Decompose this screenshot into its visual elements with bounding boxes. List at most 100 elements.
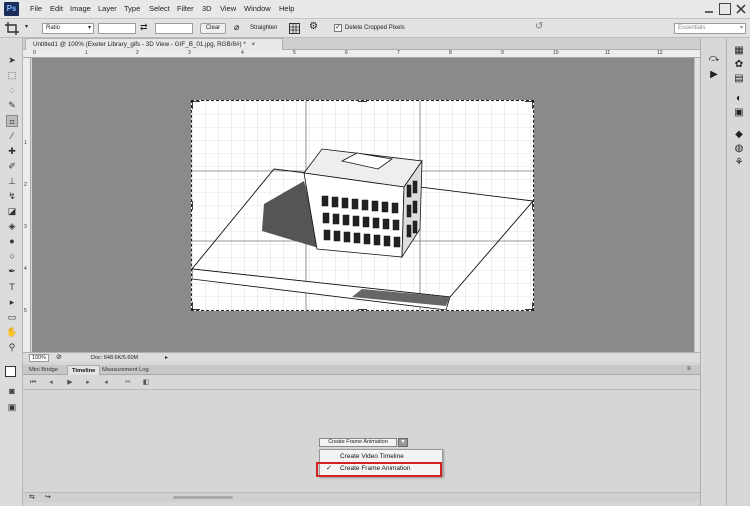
minimize-icon[interactable] [703,3,715,15]
zoom-level-field[interactable]: 100% [29,354,49,362]
convert-icon[interactable]: ↪ [45,493,51,501]
swatches-icon[interactable]: ✿ [732,58,746,72]
clear-button[interactable]: Clear [200,23,226,34]
loop-icon[interactable]: ⇆ [29,493,35,501]
timeline-panel-area: Mini Bridge Timeline Measurement Log ≡ ⏮… [23,362,700,506]
zoom-tool-icon[interactable]: ⚲ [6,341,18,353]
layers-icon[interactable]: ◆ [732,128,746,142]
height-input[interactable] [155,23,193,34]
panel-menu-icon[interactable]: ≡ [687,366,691,372]
info-icon[interactable]: ⊘ [56,353,62,361]
path-select-icon[interactable]: ▸ [6,296,18,308]
eraser-icon[interactable]: ◪ [6,205,18,217]
paint-bucket-icon[interactable]: ◈ [6,220,18,232]
menu-view[interactable]: View [220,4,236,13]
straighten-icon[interactable]: ⌀ [234,22,239,33]
width-input[interactable] [98,23,136,34]
workspace-select[interactable]: Essentials ▾ [674,23,746,34]
gear-icon[interactable]: ⚙ [309,21,318,32]
selection-highlight [316,462,442,477]
rectangle-tool-icon[interactable]: ▭ [6,311,18,323]
grid-overlay-icon[interactable] [289,23,300,34]
healing-brush-icon[interactable]: ✚ [6,145,18,157]
eyedropper-icon[interactable]: ⁄ [6,130,18,142]
tab-mini-bridge[interactable]: Mini Bridge [25,365,62,375]
straighten-label[interactable]: Straighten [250,25,277,31]
screen-mode-icon[interactable]: ▣ [6,401,18,413]
menu-help[interactable]: Help [279,4,294,13]
quick-mask-icon[interactable]: ◙ [6,385,18,397]
type-tool-icon[interactable]: T [6,281,18,293]
move-tool-icon[interactable]: ➤ [6,54,18,66]
menu-3d[interactable]: 3D [202,4,212,13]
menu-filter[interactable]: Filter [177,4,194,13]
ruler-tick: 7 [397,50,400,56]
tools-panel: ➤ ⬚ ◌ ✎ ⌗ ⁄ ✚ ✐ ⊥ ↯ ◪ ◈ ● ○ ✒ T ▸ ▭ ✋ ⚲ … [0,38,23,506]
adjustments-icon[interactable]: ◐ [732,92,746,106]
maximize-icon[interactable] [719,3,731,15]
crop-tool-icon[interactable]: ⌗ [6,115,18,127]
ruler-tick: 0 [33,50,36,56]
paths-icon[interactable]: ⚘ [732,156,746,170]
actions-play-icon[interactable]: ▶ [707,68,721,82]
next-frame-icon[interactable]: ▸ [83,378,93,388]
history-icon[interactable]: ⤼ [707,52,721,66]
create-frame-animation-button[interactable]: Create Frame Animation [319,438,397,447]
delete-cropped-label: Delete Cropped Pixels [345,25,405,31]
menu-file[interactable]: File [30,4,42,13]
channels-icon[interactable]: ◍ [732,142,746,156]
ruler-tick: 5 [24,308,27,314]
crop-tool-icon[interactable] [5,22,19,35]
menu-type[interactable]: Type [124,4,140,13]
styles-icon[interactable]: ▤ [732,72,746,86]
close-tab-icon[interactable]: × [252,41,256,48]
color-icon[interactable]: ▦ [732,44,746,58]
reset-icon[interactable]: ↺ [535,21,543,32]
chevron-down-icon[interactable]: ▾ [25,23,28,30]
menu-image[interactable]: Image [70,4,91,13]
clone-stamp-icon[interactable]: ⊥ [6,175,18,187]
chevron-down-icon[interactable]: ▾ [398,438,408,447]
ruler-tick: 12 [657,50,663,56]
tab-measurement-log[interactable]: Measurement Log [98,365,153,375]
vertical-ruler: 1 2 3 4 5 [23,58,31,352]
dodge-tool-icon[interactable]: ○ [6,250,18,262]
delete-cropped-checkbox[interactable]: ✓ [334,24,342,32]
audio-icon[interactable]: ◂ [101,378,111,388]
close-icon[interactable] [735,3,747,15]
menu-window[interactable]: Window [244,4,271,13]
history-brush-icon[interactable]: ↯ [6,190,18,202]
right-panel-dock-2: ▦ ✿ ▤ ◐ ▣ ◆ ◍ ⚘ [726,38,750,506]
scissors-icon[interactable]: ✂ [123,378,133,388]
quick-select-icon[interactable]: ✎ [6,99,18,111]
ruler-tick: 2 [24,182,27,188]
ruler-tick: 2 [136,50,139,56]
tab-timeline[interactable]: Timeline [67,365,101,375]
swap-icon[interactable]: ⇄ [140,22,148,33]
transition-icon[interactable]: ◧ [141,378,151,388]
previous-frame-icon[interactable]: ◂ [46,378,56,388]
ratio-select[interactable]: Ratio ▾ [42,23,94,34]
doc-info-text: Doc: 648.6K/5.60M [91,355,139,361]
play-icon[interactable]: ▶ [65,378,75,388]
document-tab-bar: Untitled1 @ 100% (Exeter Library_gifs - … [23,38,700,50]
document-tab[interactable]: Untitled1 @ 100% (Exeter Library_gifs - … [25,38,283,50]
status-menu-arrow-icon[interactable]: ▸ [165,354,168,361]
menu-edit[interactable]: Edit [50,4,63,13]
brush-tool-icon[interactable]: ✐ [6,160,18,172]
menu-select[interactable]: Select [149,4,170,13]
marquee-tool-icon[interactable]: ⬚ [6,69,18,81]
pen-tool-icon[interactable]: ✒ [6,265,18,277]
lasso-tool-icon[interactable]: ◌ [6,84,18,96]
masks-icon[interactable]: ▣ [732,106,746,120]
ruler-tick: 6 [345,50,348,56]
hand-tool-icon[interactable]: ✋ [6,326,18,338]
right-panel-dock-1: ⤼ ▶ [700,38,726,506]
foreground-color-swatch[interactable] [5,366,16,377]
panel-tab-bar: Mini Bridge Timeline Measurement Log ≡ [23,365,700,375]
zoom-slider[interactable] [173,496,233,499]
go-to-first-frame-icon[interactable]: ⏮ [28,378,38,388]
blur-tool-icon[interactable]: ● [6,235,18,247]
menu-layer[interactable]: Layer [98,4,117,13]
document-image[interactable] [191,100,534,311]
